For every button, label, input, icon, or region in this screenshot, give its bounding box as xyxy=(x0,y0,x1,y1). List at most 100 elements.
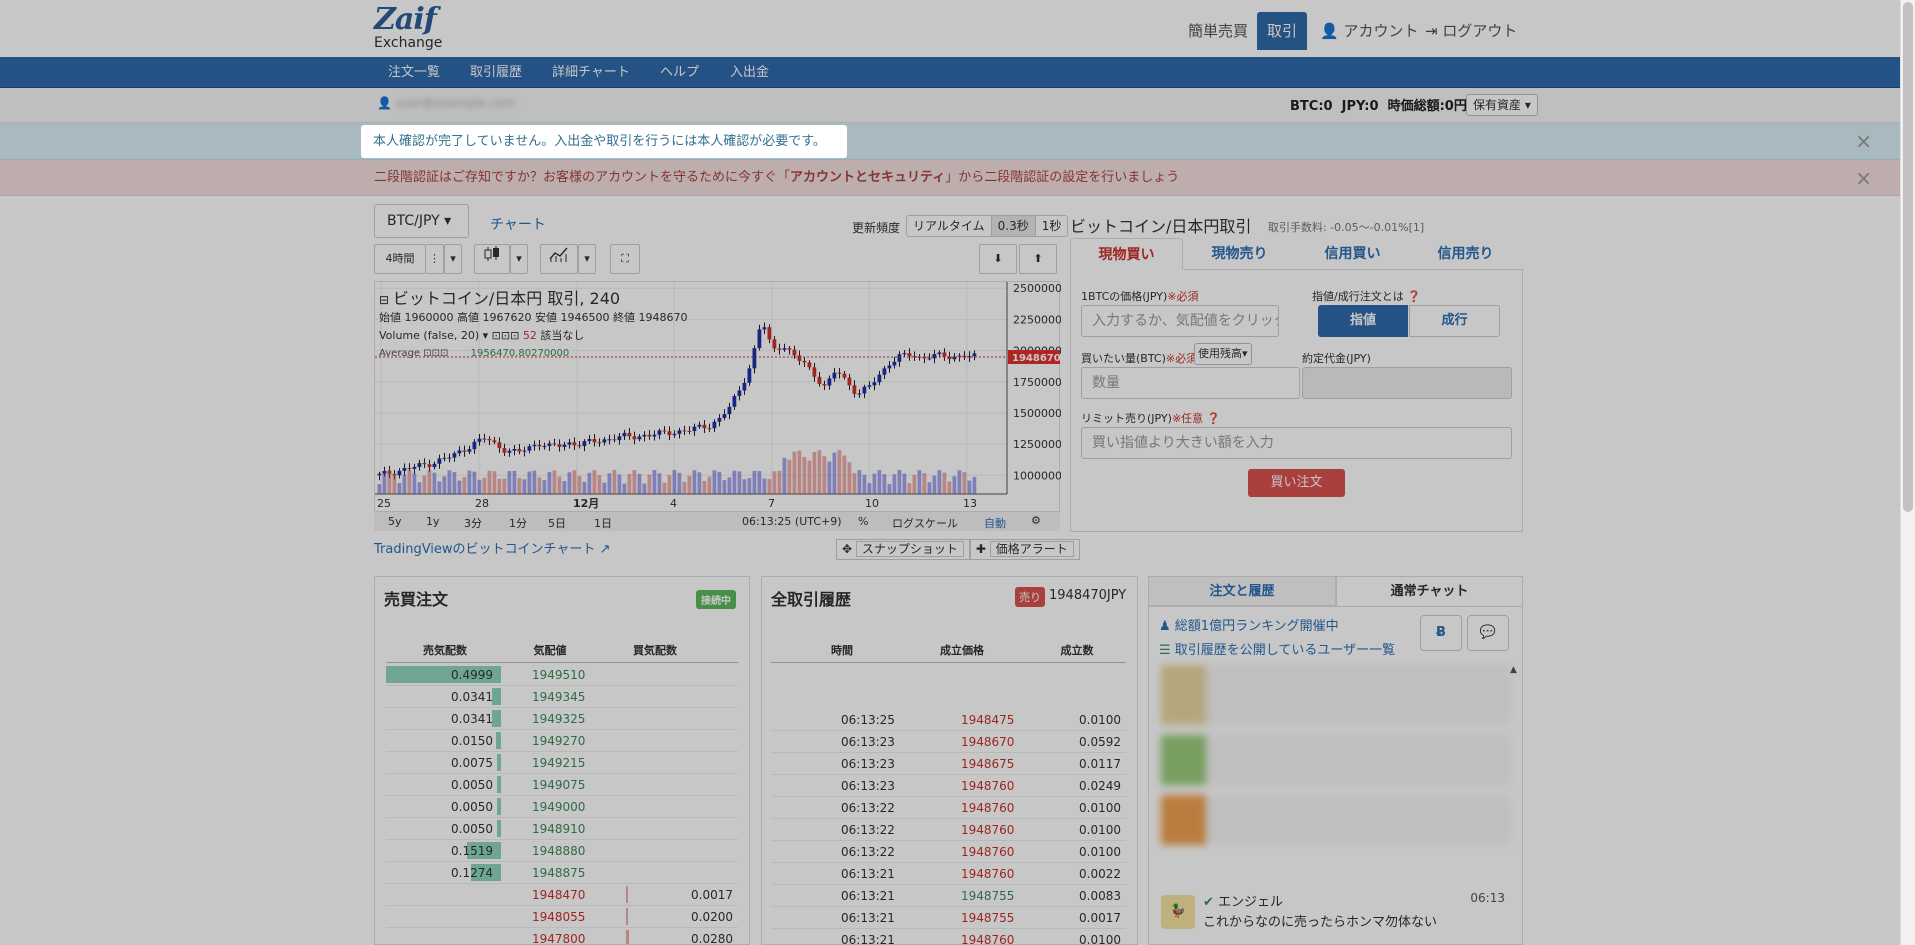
ask-row[interactable]: 0.0050 1948910 xyxy=(386,818,738,840)
order-price[interactable]: 1947800 xyxy=(532,928,585,944)
public-users-link[interactable]: ☰ 取引履歴を公開しているユーザー一覧 xyxy=(1159,639,1395,658)
range-1d[interactable]: 1日 xyxy=(594,515,612,531)
cloud-download-icon[interactable]: ⬇ xyxy=(979,244,1017,274)
ask-row[interactable]: 0.0341 1949325 xyxy=(386,708,738,730)
order-price[interactable]: 1949345 xyxy=(532,686,585,708)
tab-margin-sell[interactable]: 信用売り xyxy=(1409,238,1522,270)
candle-body xyxy=(397,470,402,476)
nav-logout[interactable]: ⇥ ログアウト xyxy=(1415,12,1527,50)
price-chart[interactable]: 2500000225000020000001750000150000012500… xyxy=(374,281,1061,531)
range-5d[interactable]: 5日 xyxy=(548,515,566,531)
close-icon[interactable]: × xyxy=(1855,129,1872,153)
range-5y[interactable]: 5y xyxy=(388,515,402,528)
subnav-deposit[interactable]: 入出金 xyxy=(730,57,769,88)
subnav-orders[interactable]: 注文一覧 xyxy=(388,57,440,88)
cloud-upload-icon[interactable]: ⬆ xyxy=(1019,244,1057,274)
order-price[interactable]: 1948470 xyxy=(532,884,585,906)
holdings-button[interactable]: 保有資産 ▾ xyxy=(1466,94,1538,116)
auto-scale-toggle[interactable]: 自動 xyxy=(984,515,1006,531)
range-3m[interactable]: 3分 xyxy=(464,515,482,531)
order-price[interactable]: 1949510 xyxy=(532,664,585,686)
ask-row[interactable]: 0.4999 1949510 xyxy=(386,664,738,686)
snapshot-button[interactable]: ✥ スナップショット xyxy=(836,539,970,560)
candlestick-icon[interactable] xyxy=(474,244,510,274)
help-icon[interactable]: ❓ xyxy=(1407,290,1421,303)
ask-row[interactable]: 0.1519 1948880 xyxy=(386,840,738,862)
page-scrollbar[interactable] xyxy=(1900,0,1915,945)
close-icon[interactable]: × xyxy=(1855,160,1872,196)
ask-row[interactable]: 0.0075 1949215 xyxy=(386,752,738,774)
chevron-down-icon[interactable]: ▾ xyxy=(444,244,462,274)
ask-row[interactable]: 0.0050 1949075 xyxy=(386,774,738,796)
tab-spot-sell[interactable]: 現物売り xyxy=(1183,238,1296,270)
order-price[interactable]: 1949000 xyxy=(532,796,585,818)
zaif-logo[interactable]: Zaif Exchange xyxy=(374,4,454,52)
more-vert-icon[interactable]: ⋮ xyxy=(426,244,444,274)
pair-selector[interactable]: BTC/JPY ▾ xyxy=(374,204,469,238)
order-amount: 0.0075 xyxy=(451,756,493,770)
collapse-icon[interactable]: ⊟ xyxy=(379,293,389,307)
limit-sell-input[interactable]: 買い指値より大きい額を入力 xyxy=(1081,427,1512,459)
tab-orders-history[interactable]: 注文と履歴 xyxy=(1148,576,1336,606)
chevron-down-icon[interactable]: ▾ xyxy=(578,244,596,274)
candle-body xyxy=(577,445,582,447)
market-order-button[interactable]: 成行 xyxy=(1409,305,1500,337)
chevron-down-icon[interactable]: ▾ xyxy=(510,244,528,274)
zaif-b-icon[interactable]: Ƀ xyxy=(1420,615,1462,651)
freq-03s[interactable]: 0.3秒 xyxy=(991,216,1036,236)
freq-1s[interactable]: 1秒 xyxy=(1036,216,1068,236)
fullscreen-icon[interactable]: ⛶ xyxy=(610,244,640,274)
order-price[interactable]: 1949215 xyxy=(532,752,585,774)
ranking-link[interactable]: ♟ 総額1億円ランキング開催中 xyxy=(1159,615,1339,634)
subnav-detail-chart[interactable]: 詳細チャート xyxy=(552,57,630,88)
ask-row[interactable]: 0.0341 1949345 xyxy=(386,686,738,708)
chart-tab[interactable]: チャート xyxy=(490,214,546,234)
tab-chat[interactable]: 通常チャット xyxy=(1336,576,1523,606)
bid-row[interactable]: 0.0017 1948470 xyxy=(386,884,738,906)
subnav-help[interactable]: ヘルプ xyxy=(660,57,699,88)
chat-bubble-icon[interactable]: 💬 xyxy=(1467,615,1509,651)
order-price[interactable]: 1949075 xyxy=(532,774,585,796)
amount-input[interactable]: 数量 xyxy=(1081,367,1300,399)
buy-order-button[interactable]: 買い注文 xyxy=(1248,469,1345,497)
nav-easy-trade[interactable]: 簡単売買 xyxy=(1178,12,1258,50)
ask-row[interactable]: 0.1274 1948875 xyxy=(386,862,738,884)
settings-icon[interactable]: ⚙ xyxy=(1031,514,1041,527)
nav-account[interactable]: 👤 アカウント xyxy=(1310,12,1428,50)
order-price[interactable]: 1948875 xyxy=(532,862,585,884)
ask-row[interactable]: 0.0050 1949000 xyxy=(386,796,738,818)
help-icon[interactable]: ❓ xyxy=(1207,412,1221,425)
order-price[interactable]: 1948910 xyxy=(532,818,585,840)
scrollbar-thumb[interactable] xyxy=(1903,2,1913,512)
ask-row[interactable]: 0.0150 1949270 xyxy=(386,730,738,752)
order-price[interactable]: 1949325 xyxy=(532,708,585,730)
candle-body xyxy=(472,441,477,450)
log-scale-toggle[interactable]: ログスケール xyxy=(892,515,958,531)
freq-realtime[interactable]: リアルタイム xyxy=(907,216,992,236)
use-balance-button[interactable]: 使用残高▾ xyxy=(1194,343,1252,365)
limit-order-button[interactable]: 指値 xyxy=(1318,305,1408,337)
candle-body xyxy=(407,467,412,469)
tab-margin-buy[interactable]: 信用買い xyxy=(1296,238,1409,270)
tradingview-link[interactable]: TradingViewのビットコインチャート ↗ xyxy=(374,538,610,557)
order-price[interactable]: 1948055 xyxy=(532,906,585,928)
tab-spot-buy[interactable]: 現物買い xyxy=(1070,238,1183,270)
candle-body xyxy=(662,430,667,432)
percent-toggle[interactable]: % xyxy=(858,515,868,528)
order-price[interactable]: 1949270 xyxy=(532,730,585,752)
chat-scroll-up-icon[interactable]: ▲ xyxy=(1510,665,1520,675)
bid-row[interactable]: 0.0280 1947800 xyxy=(386,928,738,944)
trade-row: 06:13:21 1948755 0.0017 xyxy=(771,907,1126,929)
order-price[interactable]: 1948880 xyxy=(532,840,585,862)
security-link[interactable]: アカウントとセキュリティ xyxy=(790,170,945,185)
range-1m[interactable]: 1分 xyxy=(509,515,527,531)
price-input[interactable]: 入力するか、気配値をクリック xyxy=(1081,305,1279,337)
indicators-icon[interactable] xyxy=(540,244,578,274)
price-alert-button[interactable]: ✚ 価格アラート xyxy=(969,539,1080,560)
interval-button[interactable]: 4時間 xyxy=(374,244,426,274)
subnav-history[interactable]: 取引履歴 xyxy=(470,57,522,88)
range-1y[interactable]: 1y xyxy=(426,515,440,528)
nav-trade[interactable]: 取引 xyxy=(1257,12,1308,50)
bid-row[interactable]: 0.0200 1948055 xyxy=(386,906,738,928)
candle-body xyxy=(482,438,487,440)
